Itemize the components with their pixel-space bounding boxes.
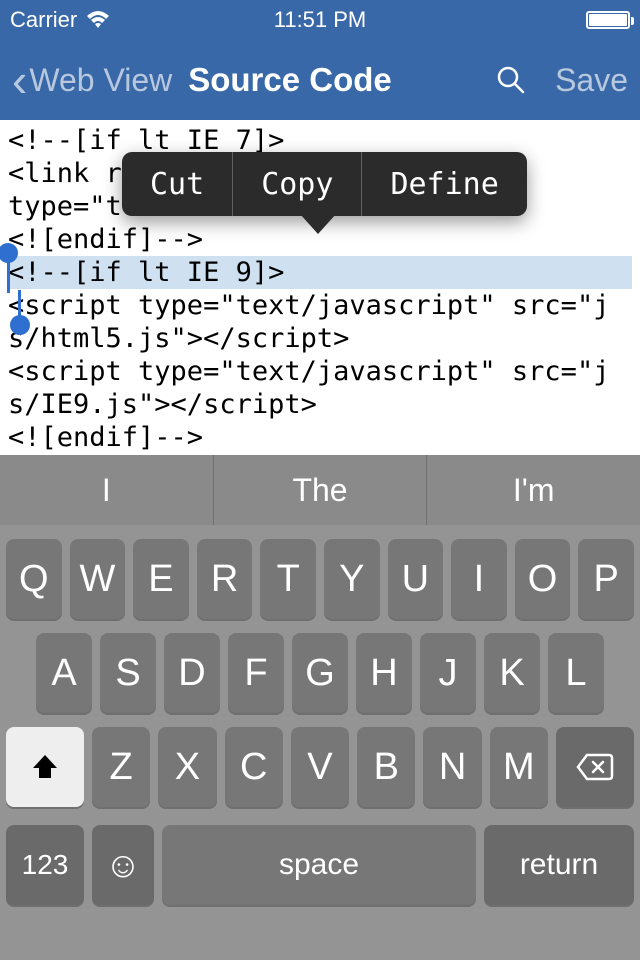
key-row: A S D F G H J K L: [0, 633, 640, 713]
save-button[interactable]: Save: [555, 62, 628, 99]
key-o[interactable]: O: [515, 539, 571, 619]
search-icon: [495, 64, 527, 96]
prediction[interactable]: The: [213, 455, 427, 525]
key-q[interactable]: Q: [6, 539, 62, 619]
copy-button[interactable]: Copy: [233, 152, 361, 216]
key-j[interactable]: J: [420, 633, 476, 713]
shift-key[interactable]: [6, 727, 84, 807]
code-line[interactable]: <script type="text/javascript" src="js/h…: [8, 289, 632, 355]
prediction[interactable]: I: [0, 455, 213, 525]
key-g[interactable]: G: [292, 633, 348, 713]
prediction-row: I The I'm: [0, 455, 640, 525]
edit-menu: Cut Copy Define: [122, 152, 527, 216]
key-n[interactable]: N: [423, 727, 481, 807]
nav-bar: ‹ Web View Source Code Save: [0, 40, 640, 120]
key-u[interactable]: U: [388, 539, 444, 619]
backspace-icon: [575, 752, 615, 782]
key-r[interactable]: R: [197, 539, 253, 619]
key-b[interactable]: B: [357, 727, 415, 807]
define-button[interactable]: Define: [362, 152, 526, 216]
wifi-icon: [85, 10, 111, 30]
numbers-key[interactable]: 123: [6, 825, 84, 905]
status-right: [586, 11, 630, 29]
delete-key[interactable]: [556, 727, 634, 807]
status-left: Carrier: [10, 7, 111, 33]
keyboard: I The I'm Q W E R T Y U I O P A S D F G …: [0, 455, 640, 960]
key-x[interactable]: X: [158, 727, 216, 807]
page-title: Source Code: [188, 61, 392, 99]
key-y[interactable]: Y: [324, 539, 380, 619]
prediction[interactable]: I'm: [426, 455, 640, 525]
selection-end-handle[interactable]: [10, 315, 30, 335]
cut-button[interactable]: Cut: [122, 152, 232, 216]
code-line[interactable]: <![endif]-->: [8, 421, 632, 454]
key-z[interactable]: Z: [92, 727, 150, 807]
emoji-key[interactable]: ☺: [92, 825, 154, 905]
key-s[interactable]: S: [100, 633, 156, 713]
menu-arrow-icon: [300, 214, 336, 234]
space-key[interactable]: space: [162, 825, 476, 905]
key-l[interactable]: L: [548, 633, 604, 713]
key-f[interactable]: F: [228, 633, 284, 713]
battery-icon: [586, 11, 630, 29]
status-bar: Carrier 11:51 PM: [0, 0, 640, 40]
key-h[interactable]: H: [356, 633, 412, 713]
emoji-icon: ☺: [105, 844, 142, 886]
key-a[interactable]: A: [36, 633, 92, 713]
back-label: Web View: [29, 62, 172, 99]
key-i[interactable]: I: [451, 539, 507, 619]
key-v[interactable]: V: [291, 727, 349, 807]
key-row: 123 ☺ space return: [0, 825, 640, 905]
key-row: Q W E R T Y U I O P: [0, 539, 640, 619]
selection-caret[interactable]: [7, 260, 10, 293]
code-line[interactable]: <script type="text/javascript" src="js/I…: [8, 355, 632, 421]
key-e[interactable]: E: [133, 539, 189, 619]
return-key[interactable]: return: [484, 825, 634, 905]
key-m[interactable]: M: [490, 727, 548, 807]
key-w[interactable]: W: [70, 539, 126, 619]
code-editor[interactable]: <!--[if lt IE 7]> <link rel= type="te <!…: [0, 120, 640, 455]
key-row: Z X C V B N M: [0, 727, 640, 807]
key-p[interactable]: P: [578, 539, 634, 619]
key-d[interactable]: D: [164, 633, 220, 713]
carrier-label: Carrier: [10, 7, 77, 33]
clock: 11:51 PM: [274, 7, 367, 33]
key-c[interactable]: C: [225, 727, 283, 807]
shift-icon: [30, 752, 60, 782]
code-line-selected[interactable]: <!--[if lt IE 9]>: [8, 256, 632, 289]
back-button[interactable]: ‹ Web View: [12, 57, 172, 103]
key-t[interactable]: T: [260, 539, 316, 619]
search-button[interactable]: [495, 64, 527, 96]
key-k[interactable]: K: [484, 633, 540, 713]
chevron-left-icon: ‹: [12, 57, 27, 103]
